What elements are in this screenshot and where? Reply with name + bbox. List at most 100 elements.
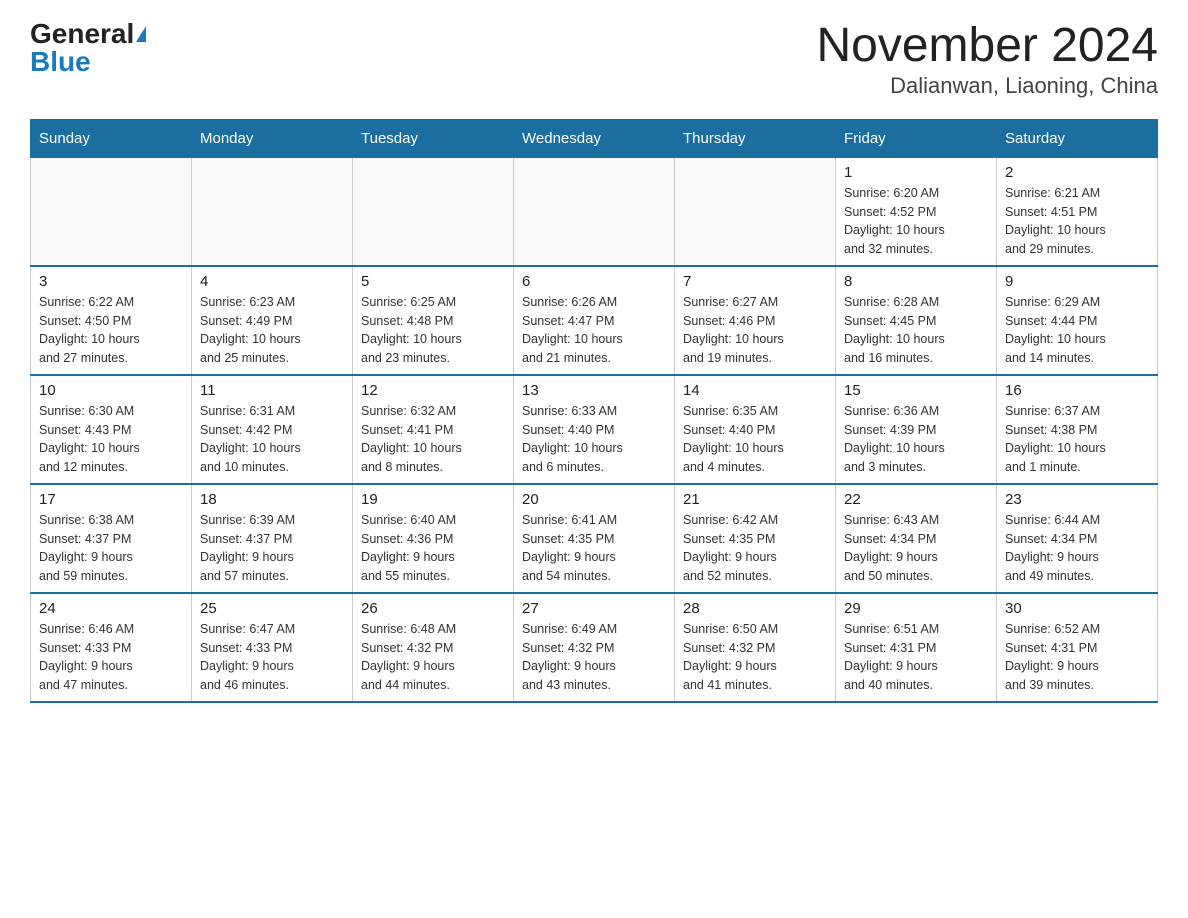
weekday-header-wednesday: Wednesday — [514, 119, 675, 157]
day-info: Sunrise: 6:47 AM Sunset: 4:33 PM Dayligh… — [200, 620, 344, 695]
logo: General Blue — [30, 20, 146, 76]
day-number: 4 — [200, 273, 344, 290]
calendar-day-cell: 12Sunrise: 6:32 AM Sunset: 4:41 PM Dayli… — [353, 375, 514, 484]
calendar-day-cell — [192, 157, 353, 266]
calendar-week-row: 24 Sunrise: 6:46 AM Sunset: 4:33 PM Dayli… — [31, 593, 1158, 702]
calendar-day-cell: 5 Sunrise: 6:25 AM Sunset: 4:48 PM Daylig… — [353, 266, 514, 375]
day-number: 11 — [200, 382, 344, 399]
day-number: 27 — [522, 600, 666, 617]
day-number: 17 — [39, 491, 183, 508]
weekday-header-sunday: Sunday — [31, 119, 192, 157]
day-number: 21 — [683, 491, 827, 508]
day-number: 12 — [361, 382, 505, 399]
calendar-day-cell: 14Sunrise: 6:35 AM Sunset: 4:40 PM Dayli… — [675, 375, 836, 484]
day-number: 19 — [361, 491, 505, 508]
day-number: 20 — [522, 491, 666, 508]
calendar-day-cell: 16 Sunrise: 6:37 AM Sunset: 4:38 PM Dayli… — [997, 375, 1158, 484]
calendar-body: 1Sunrise: 6:20 AM Sunset: 4:52 PM Daylig… — [31, 157, 1158, 702]
calendar-day-cell: 19Sunrise: 6:40 AM Sunset: 4:36 PM Dayli… — [353, 484, 514, 593]
calendar-day-cell: 29Sunrise: 6:51 AM Sunset: 4:31 PM Dayli… — [836, 593, 997, 702]
calendar-day-cell: 25 Sunrise: 6:47 AM Sunset: 4:33 PM Dayli… — [192, 593, 353, 702]
day-number: 16 — [1005, 382, 1149, 399]
calendar-day-cell: 7 Sunrise: 6:27 AM Sunset: 4:46 PM Daylig… — [675, 266, 836, 375]
calendar-table: SundayMondayTuesdayWednesdayThursdayFrid… — [30, 119, 1158, 703]
weekday-header-row: SundayMondayTuesdayWednesdayThursdayFrid… — [31, 119, 1158, 157]
day-info: Sunrise: 6:36 AM Sunset: 4:39 PM Dayligh… — [844, 402, 988, 477]
calendar-week-row: 17 Sunrise: 6:38 AM Sunset: 4:37 PM Dayli… — [31, 484, 1158, 593]
day-info: Sunrise: 6:25 AM Sunset: 4:48 PM Dayligh… — [361, 293, 505, 368]
calendar-day-cell: 15Sunrise: 6:36 AM Sunset: 4:39 PM Dayli… — [836, 375, 997, 484]
day-info: Sunrise: 6:22 AM Sunset: 4:50 PM Dayligh… — [39, 293, 183, 368]
day-number: 7 — [683, 273, 827, 290]
day-info: Sunrise: 6:31 AM Sunset: 4:42 PM Dayligh… — [200, 402, 344, 477]
calendar-day-cell — [353, 157, 514, 266]
day-number: 26 — [361, 600, 505, 617]
weekday-header-friday: Friday — [836, 119, 997, 157]
day-number: 2 — [1005, 164, 1149, 181]
logo-general-text: General — [30, 20, 134, 48]
day-info: Sunrise: 6:29 AM Sunset: 4:44 PM Dayligh… — [1005, 293, 1149, 368]
day-info: Sunrise: 6:43 AM Sunset: 4:34 PM Dayligh… — [844, 511, 988, 586]
calendar-day-cell: 8Sunrise: 6:28 AM Sunset: 4:45 PM Daylig… — [836, 266, 997, 375]
weekday-header-thursday: Thursday — [675, 119, 836, 157]
calendar-day-cell: 3 Sunrise: 6:22 AM Sunset: 4:50 PM Daylig… — [31, 266, 192, 375]
day-info: Sunrise: 6:30 AM Sunset: 4:43 PM Dayligh… — [39, 402, 183, 477]
calendar-day-cell: 28 Sunrise: 6:50 AM Sunset: 4:32 PM Dayli… — [675, 593, 836, 702]
page-title: November 2024 — [816, 20, 1158, 73]
calendar-day-cell: 26 Sunrise: 6:48 AM Sunset: 4:32 PM Dayli… — [353, 593, 514, 702]
day-info: Sunrise: 6:26 AM Sunset: 4:47 PM Dayligh… — [522, 293, 666, 368]
day-number: 8 — [844, 273, 988, 290]
weekday-header-monday: Monday — [192, 119, 353, 157]
day-number: 18 — [200, 491, 344, 508]
calendar-day-cell — [514, 157, 675, 266]
page-subtitle: Dalianwan, Liaoning, China — [816, 73, 1158, 99]
day-number: 24 — [39, 600, 183, 617]
day-info: Sunrise: 6:41 AM Sunset: 4:35 PM Dayligh… — [522, 511, 666, 586]
day-info: Sunrise: 6:39 AM Sunset: 4:37 PM Dayligh… — [200, 511, 344, 586]
calendar-header: SundayMondayTuesdayWednesdayThursdayFrid… — [31, 119, 1158, 157]
calendar-week-row: 3 Sunrise: 6:22 AM Sunset: 4:50 PM Daylig… — [31, 266, 1158, 375]
calendar-week-row: 1Sunrise: 6:20 AM Sunset: 4:52 PM Daylig… — [31, 157, 1158, 266]
day-number: 9 — [1005, 273, 1149, 290]
calendar-day-cell: 4 Sunrise: 6:23 AM Sunset: 4:49 PM Daylig… — [192, 266, 353, 375]
calendar-day-cell: 9 Sunrise: 6:29 AM Sunset: 4:44 PM Daylig… — [997, 266, 1158, 375]
calendar-day-cell: 13 Sunrise: 6:33 AM Sunset: 4:40 PM Dayli… — [514, 375, 675, 484]
day-number: 14 — [683, 382, 827, 399]
day-info: Sunrise: 6:23 AM Sunset: 4:49 PM Dayligh… — [200, 293, 344, 368]
weekday-header-tuesday: Tuesday — [353, 119, 514, 157]
calendar-day-cell: 10Sunrise: 6:30 AM Sunset: 4:43 PM Dayli… — [31, 375, 192, 484]
day-info: Sunrise: 6:46 AM Sunset: 4:33 PM Dayligh… — [39, 620, 183, 695]
day-info: Sunrise: 6:48 AM Sunset: 4:32 PM Dayligh… — [361, 620, 505, 695]
day-info: Sunrise: 6:37 AM Sunset: 4:38 PM Dayligh… — [1005, 402, 1149, 477]
day-info: Sunrise: 6:38 AM Sunset: 4:37 PM Dayligh… — [39, 511, 183, 586]
day-number: 13 — [522, 382, 666, 399]
calendar-day-cell: 20 Sunrise: 6:41 AM Sunset: 4:35 PM Dayli… — [514, 484, 675, 593]
calendar-day-cell: 6 Sunrise: 6:26 AM Sunset: 4:47 PM Daylig… — [514, 266, 675, 375]
calendar-day-cell — [675, 157, 836, 266]
day-info: Sunrise: 6:21 AM Sunset: 4:51 PM Dayligh… — [1005, 184, 1149, 259]
day-number: 1 — [844, 164, 988, 181]
calendar-day-cell: 1Sunrise: 6:20 AM Sunset: 4:52 PM Daylig… — [836, 157, 997, 266]
day-number: 3 — [39, 273, 183, 290]
calendar-day-cell — [31, 157, 192, 266]
day-info: Sunrise: 6:52 AM Sunset: 4:31 PM Dayligh… — [1005, 620, 1149, 695]
calendar-day-cell: 27Sunrise: 6:49 AM Sunset: 4:32 PM Dayli… — [514, 593, 675, 702]
calendar-day-cell: 21Sunrise: 6:42 AM Sunset: 4:35 PM Dayli… — [675, 484, 836, 593]
day-number: 25 — [200, 600, 344, 617]
day-info: Sunrise: 6:27 AM Sunset: 4:46 PM Dayligh… — [683, 293, 827, 368]
calendar-day-cell: 24 Sunrise: 6:46 AM Sunset: 4:33 PM Dayli… — [31, 593, 192, 702]
day-number: 23 — [1005, 491, 1149, 508]
weekday-header-saturday: Saturday — [997, 119, 1158, 157]
calendar-day-cell: 22Sunrise: 6:43 AM Sunset: 4:34 PM Dayli… — [836, 484, 997, 593]
logo-blue-text: Blue — [30, 48, 91, 76]
calendar-day-cell: 30Sunrise: 6:52 AM Sunset: 4:31 PM Dayli… — [997, 593, 1158, 702]
day-number: 6 — [522, 273, 666, 290]
calendar-day-cell: 23Sunrise: 6:44 AM Sunset: 4:34 PM Dayli… — [997, 484, 1158, 593]
day-info: Sunrise: 6:33 AM Sunset: 4:40 PM Dayligh… — [522, 402, 666, 477]
day-info: Sunrise: 6:50 AM Sunset: 4:32 PM Dayligh… — [683, 620, 827, 695]
logo-triangle-icon — [136, 26, 146, 42]
calendar-day-cell: 2 Sunrise: 6:21 AM Sunset: 4:51 PM Daylig… — [997, 157, 1158, 266]
day-number: 28 — [683, 600, 827, 617]
day-number: 5 — [361, 273, 505, 290]
day-number: 29 — [844, 600, 988, 617]
